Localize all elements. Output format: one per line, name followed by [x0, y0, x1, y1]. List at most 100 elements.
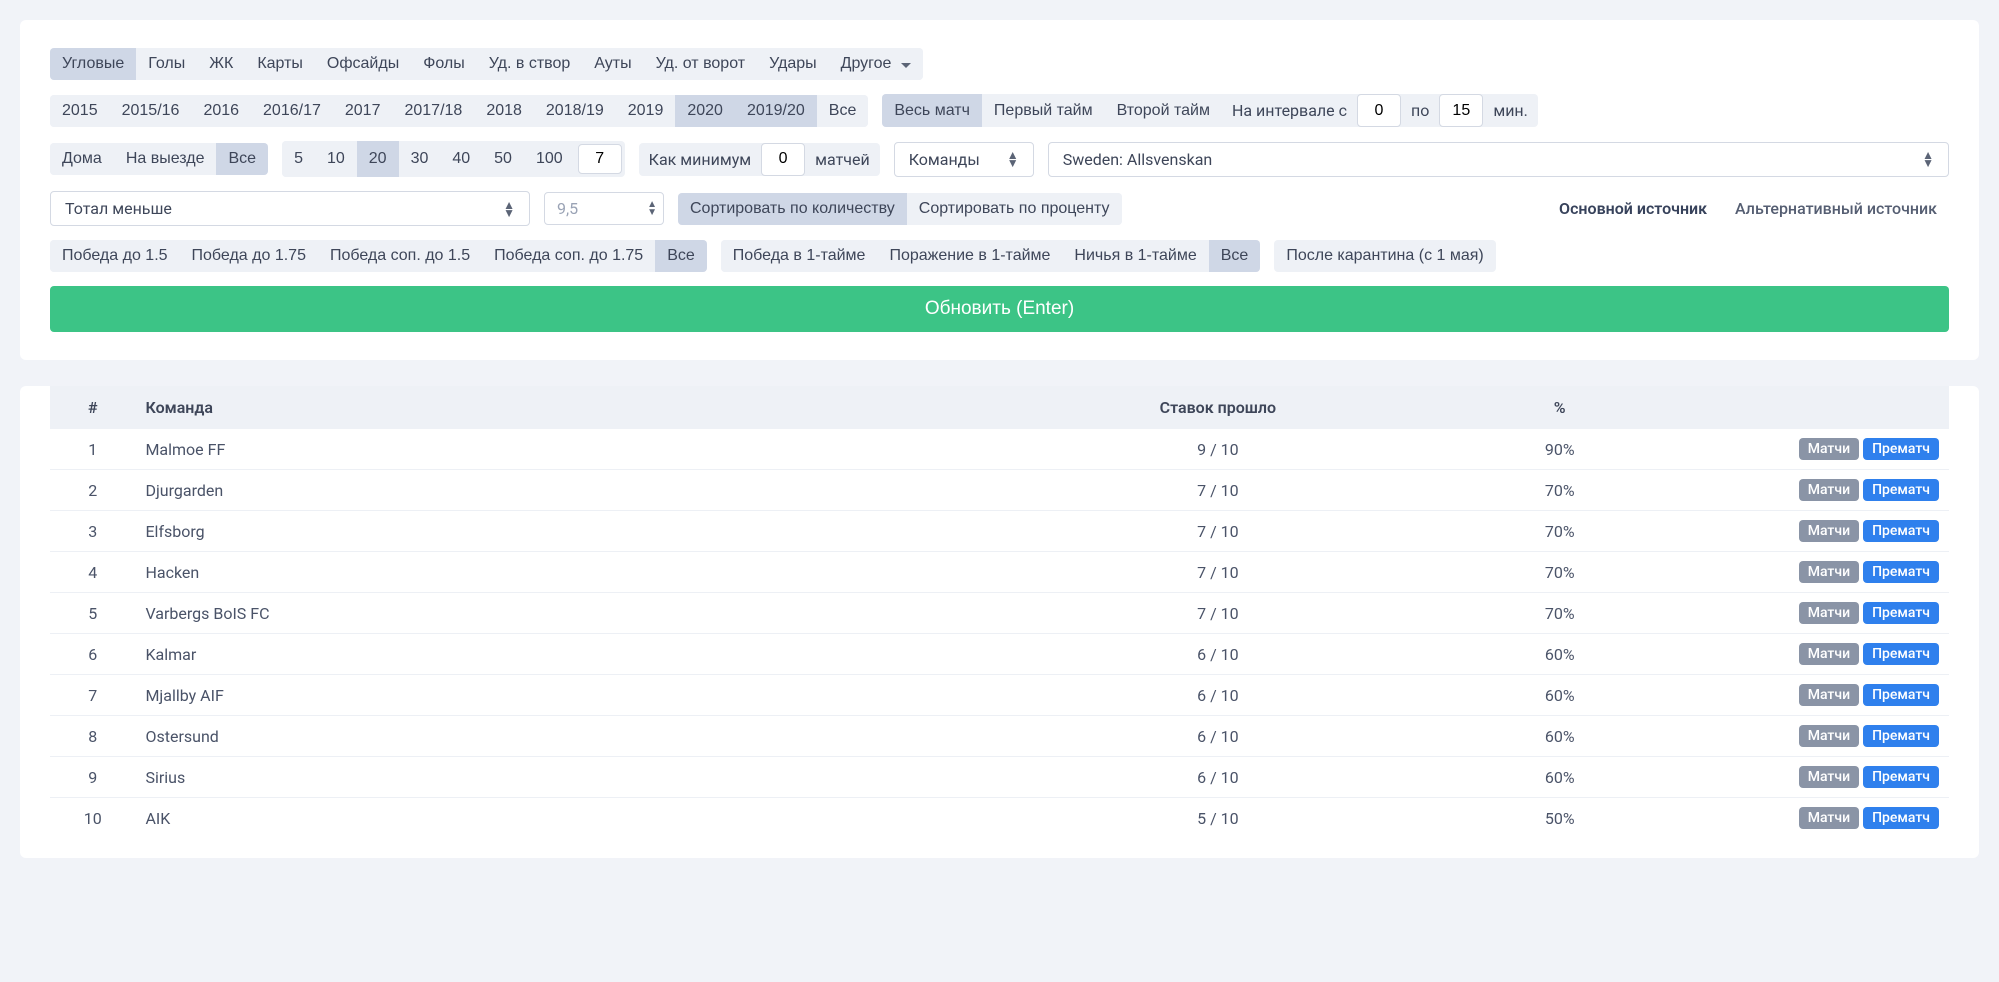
- count-custom-input[interactable]: [578, 144, 622, 174]
- cell-team: Elfsborg: [135, 511, 1009, 552]
- interval-from-input[interactable]: [1357, 94, 1401, 127]
- results-table: # Команда Ставок прошло % 1Malmoe FF9 / …: [50, 386, 1949, 838]
- half-3[interactable]: Все: [1209, 240, 1261, 272]
- matches-button[interactable]: Матчи: [1799, 766, 1859, 788]
- season-tab-3[interactable]: 2016/17: [251, 95, 333, 127]
- prematch-button[interactable]: Прематч: [1863, 684, 1939, 706]
- cell-team: Varbergs BoIS FC: [135, 593, 1009, 634]
- matches-button[interactable]: Матчи: [1799, 561, 1859, 583]
- count-5[interactable]: 5: [282, 141, 315, 177]
- matches-button[interactable]: Матчи: [1799, 807, 1859, 829]
- matches-button[interactable]: Матчи: [1799, 684, 1859, 706]
- cell-pct: 70%: [1427, 593, 1693, 634]
- cell-pct: 90%: [1427, 429, 1693, 470]
- stat-tab-9[interactable]: Удары: [757, 48, 829, 80]
- count-30[interactable]: 30: [399, 141, 441, 177]
- prematch-button[interactable]: Прематч: [1863, 520, 1939, 542]
- stat-tab-7[interactable]: Ауты: [582, 48, 643, 80]
- prematch-button[interactable]: Прематч: [1863, 602, 1939, 624]
- season-tab-5[interactable]: 2017/18: [392, 95, 474, 127]
- season-tab-8[interactable]: 2019: [616, 95, 676, 127]
- venue-1[interactable]: На выезде: [114, 143, 217, 175]
- cell-bets: 7 / 10: [1009, 593, 1427, 634]
- prematch-button[interactable]: Прематч: [1863, 438, 1939, 460]
- wins-1[interactable]: Победа до 1.75: [180, 240, 318, 272]
- cell-bets: 7 / 10: [1009, 470, 1427, 511]
- season-tab-1[interactable]: 2015/16: [110, 95, 192, 127]
- spinner-icon[interactable]: [647, 201, 657, 217]
- source-main[interactable]: Основной источник: [1547, 192, 1719, 225]
- stat-tab-1[interactable]: Голы: [136, 48, 197, 80]
- prematch-button[interactable]: Прематч: [1863, 725, 1939, 747]
- season-tab-4[interactable]: 2017: [333, 95, 393, 127]
- matches-button[interactable]: Матчи: [1799, 520, 1859, 542]
- count-100[interactable]: 100: [524, 141, 575, 177]
- count-20[interactable]: 20: [357, 141, 399, 177]
- season-tab-0[interactable]: 2015: [50, 95, 110, 127]
- prematch-button[interactable]: Прематч: [1863, 561, 1939, 583]
- min-matches-input[interactable]: [761, 143, 805, 176]
- stat-tab-6[interactable]: Уд. в створ: [477, 48, 583, 80]
- interval-to-input[interactable]: [1439, 94, 1483, 127]
- teams-select[interactable]: Команды: [894, 142, 1034, 177]
- prematch-button[interactable]: Прематч: [1863, 479, 1939, 501]
- cell-actions: МатчиПрематч: [1693, 552, 1949, 593]
- count-50[interactable]: 50: [482, 141, 524, 177]
- cell-bets: 6 / 10: [1009, 716, 1427, 757]
- venue-2[interactable]: Все: [216, 143, 268, 175]
- cell-pct: 70%: [1427, 552, 1693, 593]
- matches-button[interactable]: Матчи: [1799, 438, 1859, 460]
- source-alt[interactable]: Альтернативный источник: [1723, 192, 1949, 225]
- season-tab-7[interactable]: 2018/19: [534, 95, 616, 127]
- count-10[interactable]: 10: [315, 141, 357, 177]
- update-button[interactable]: Обновить (Enter): [50, 286, 1949, 332]
- cell-num: 8: [50, 716, 135, 757]
- total-type-select[interactable]: Тотал меньше: [50, 191, 530, 226]
- sort-by-percent[interactable]: Сортировать по проценту: [907, 193, 1122, 225]
- table-row: 5Varbergs BoIS FC7 / 1070%МатчиПрематч: [50, 593, 1949, 634]
- stat-tab-3[interactable]: Карты: [245, 48, 315, 80]
- wins-0[interactable]: Победа до 1.5: [50, 240, 180, 272]
- period-2[interactable]: Второй тайм: [1105, 94, 1222, 127]
- stat-tab-4[interactable]: Офсайды: [315, 48, 411, 80]
- league-select[interactable]: Sweden: Allsvenskan: [1048, 142, 1949, 177]
- matches-button[interactable]: Матчи: [1799, 602, 1859, 624]
- matches-button[interactable]: Матчи: [1799, 725, 1859, 747]
- season-tab-6[interactable]: 2018: [474, 95, 534, 127]
- cell-team: Mjallby AIF: [135, 675, 1009, 716]
- quarantine-btn[interactable]: После карантина (с 1 мая): [1274, 240, 1495, 272]
- half-1[interactable]: Поражение в 1-тайме: [877, 240, 1062, 272]
- count-40[interactable]: 40: [440, 141, 482, 177]
- sort-by-count[interactable]: Сортировать по количеству: [678, 193, 907, 225]
- stat-tab-8[interactable]: Уд. от ворот: [644, 48, 757, 80]
- period-0[interactable]: Весь матч: [882, 94, 982, 127]
- prematch-button[interactable]: Прематч: [1863, 643, 1939, 665]
- cell-actions: МатчиПрематч: [1693, 716, 1949, 757]
- matches-button[interactable]: Матчи: [1799, 479, 1859, 501]
- season-tab-11[interactable]: Все: [817, 95, 869, 127]
- cell-num: 4: [50, 552, 135, 593]
- wins-2[interactable]: Победа соп. до 1.5: [318, 240, 482, 272]
- venue-0[interactable]: Дома: [50, 143, 114, 175]
- cell-num: 7: [50, 675, 135, 716]
- half-0[interactable]: Победа в 1-тайме: [721, 240, 878, 272]
- period-1[interactable]: Первый тайм: [982, 94, 1105, 127]
- wins-3[interactable]: Победа соп. до 1.75: [482, 240, 655, 272]
- total-value-input[interactable]: 9,5: [544, 192, 664, 225]
- cell-team: Sirius: [135, 757, 1009, 798]
- stat-tab-10[interactable]: Другое: [829, 48, 924, 80]
- table-row: 10AIK5 / 1050%МатчиПрематч: [50, 798, 1949, 839]
- stat-tab-2[interactable]: ЖК: [197, 48, 245, 80]
- matches-button[interactable]: Матчи: [1799, 643, 1859, 665]
- season-tab-10[interactable]: 2019/20: [735, 95, 817, 127]
- stat-tab-0[interactable]: Угловые: [50, 48, 136, 80]
- cell-team: Kalmar: [135, 634, 1009, 675]
- cell-team: Djurgarden: [135, 470, 1009, 511]
- prematch-button[interactable]: Прематч: [1863, 807, 1939, 829]
- season-tab-9[interactable]: 2020: [675, 95, 735, 127]
- season-tab-2[interactable]: 2016: [191, 95, 251, 127]
- half-2[interactable]: Ничья в 1-тайме: [1062, 240, 1208, 272]
- stat-tab-5[interactable]: Фолы: [411, 48, 477, 80]
- wins-4[interactable]: Все: [655, 240, 707, 272]
- prematch-button[interactable]: Прематч: [1863, 766, 1939, 788]
